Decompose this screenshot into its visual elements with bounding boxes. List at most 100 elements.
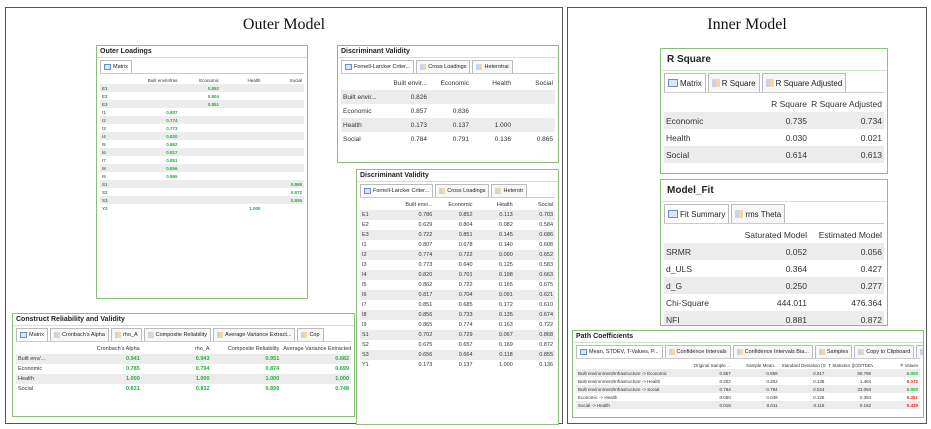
table-cell: 0.000 xyxy=(873,369,920,377)
table-cell: 0.857 xyxy=(410,107,427,115)
table-cell: 0.722 xyxy=(434,250,475,260)
tab-fit-0[interactable]: Fit Summary xyxy=(664,204,730,223)
chart-icon xyxy=(668,349,675,355)
table-cell: 0.735 xyxy=(734,112,809,129)
dv1-tabs: Fornell-Larcker Criter... Cross Loadings H… xyxy=(341,60,555,74)
tab-crv-2[interactable]: rho_A xyxy=(110,328,142,341)
table-cell: 0.116 xyxy=(779,401,827,409)
tab-rsq-2[interactable]: R Square Adjusted xyxy=(761,73,847,92)
table-cell xyxy=(138,188,180,196)
row-label: Social xyxy=(343,135,361,143)
tab-matrix[interactable]: Matrix xyxy=(100,60,132,73)
table-cell xyxy=(138,180,180,188)
table-cell: 0.640 xyxy=(458,262,473,268)
tab-crv-1[interactable]: Cronbach's Alpha xyxy=(49,328,109,341)
tab-pc-2[interactable]: Confidence Intervals Bia... xyxy=(732,345,813,358)
header-row: Built envi... Economic Health Social xyxy=(360,200,555,210)
tab-crv-3[interactable]: Composite Reliability xyxy=(143,328,211,341)
table-cell xyxy=(221,140,263,148)
tab-crv-0[interactable]: Matrix xyxy=(16,328,48,341)
tab-pc-4[interactable]: Copy to Clipboard xyxy=(854,345,915,358)
tab-fit-1[interactable]: rms Theta xyxy=(731,204,786,223)
row-label: SRMR xyxy=(664,243,734,260)
table-cell xyxy=(429,90,471,104)
column-header: Economic xyxy=(440,79,469,87)
table-cell: 0.943 xyxy=(141,354,212,364)
column-header: T Statistics (|O/STDEV|) xyxy=(828,362,874,368)
table-cell xyxy=(262,148,304,156)
dv2-title: Discriminant Validity xyxy=(357,170,558,182)
header-row: Built env/Infras Economic Health Social xyxy=(100,76,304,84)
tab-rsq-1[interactable]: R Square xyxy=(707,73,760,92)
table-cell xyxy=(263,140,305,148)
table-cell xyxy=(221,124,263,132)
table-row: Economic 0.735 0.734 xyxy=(664,112,884,129)
tab-dv2-2[interactable]: Heterotr xyxy=(491,184,528,197)
table-row: I2 0.774 xyxy=(100,116,304,124)
table-cell: 0.855 xyxy=(514,350,555,360)
tab-crv-4[interactable]: Average Variance Extract... xyxy=(212,328,296,341)
rsq-table: R Square R Square Adjusted Economic 0.735 0.… xyxy=(664,95,884,163)
table-row: I4 0.820 xyxy=(100,132,304,140)
table-cell: 0.784 xyxy=(686,385,733,393)
tab-dv1-1[interactable]: Cross Loadings xyxy=(416,60,471,73)
table-cell xyxy=(221,108,263,116)
table-cell xyxy=(221,164,263,172)
table-icon xyxy=(345,64,352,70)
row-label: Built environment/Infrastructure -> Soci… xyxy=(576,385,686,393)
column-header: P Values xyxy=(900,362,918,368)
column-header: Average Variance Extracted (AVE) xyxy=(283,346,351,352)
tab-pc-5[interactable]: Excel Format xyxy=(916,345,923,358)
table-cell: 0.868 xyxy=(262,180,304,188)
row-label: Economic xyxy=(343,107,372,115)
table-cell: 0.614 xyxy=(734,146,809,163)
table-cell: 0.145 xyxy=(474,230,515,240)
tab-rsq-0[interactable]: Matrix xyxy=(664,73,706,92)
chart-icon xyxy=(858,349,865,355)
row-label: I1 xyxy=(102,109,106,115)
outer-loadings-table: Built env/Infras Economic Health Social E1 0.… xyxy=(100,76,304,212)
table-row: I2 0.774 0.722 0.090 0.652 xyxy=(360,250,555,260)
table-cell: 0.663 xyxy=(514,270,555,280)
table-cell xyxy=(180,108,222,116)
table-row: I3 0.773 xyxy=(100,124,304,132)
row-label: Economic xyxy=(18,366,43,372)
table-cell xyxy=(180,188,222,196)
tab-dv2-1[interactable]: Cross Loadings xyxy=(435,184,490,197)
fit-panel: Model_Fit Fit Summary rms Theta Saturated… xyxy=(660,179,888,326)
table-row: I5 0.862 xyxy=(100,140,304,148)
table-cell: 0.091 xyxy=(474,290,515,300)
table-cell: 0.584 xyxy=(539,222,553,228)
tab-dv1-2[interactable]: Heterotrai xyxy=(472,60,513,73)
column-header: R Square Adjusted xyxy=(811,98,882,109)
table-cell xyxy=(179,116,221,124)
tab-pc-0[interactable]: Mean, STDEV, T-Values, P... xyxy=(576,345,663,358)
table-cell: 0.826 xyxy=(387,90,429,104)
table-cell: 0.865 xyxy=(166,173,178,179)
table-cell: 0.172 xyxy=(498,302,513,308)
tab-dv1-0[interactable]: Fornell-Larcker Criter... xyxy=(341,60,415,73)
tab-pc-3[interactable]: Samples xyxy=(814,345,853,358)
tab-pc-1[interactable]: Confidence Intervals xyxy=(664,345,731,358)
chart-icon xyxy=(735,210,744,218)
table-cell xyxy=(513,104,555,118)
row-label: E2 xyxy=(102,93,108,99)
table-row: I7 0.851 0.685 0.172 0.610 xyxy=(360,300,555,310)
table-cell: 0.868 xyxy=(514,330,555,340)
table-row: Health 1.000 1.000 1.000 1.000 xyxy=(16,374,351,384)
row-label: I5 xyxy=(362,282,367,288)
table-cell xyxy=(263,124,305,132)
table-cell: 0.674 xyxy=(514,310,555,320)
table-cell: 0.657 xyxy=(458,342,473,348)
table-cell xyxy=(221,172,263,180)
table-cell xyxy=(513,118,555,132)
table-cell: 0.851 xyxy=(418,302,433,308)
table-cell: 0.881 xyxy=(734,311,809,325)
tab-dv2-0[interactable]: Fornell-Larcker Criter... xyxy=(360,184,434,197)
table-cell: 1.000 xyxy=(498,362,513,368)
row-label: S2 xyxy=(362,342,369,348)
tab-crv-5[interactable]: Cop xyxy=(297,328,324,341)
table-row: Social 0.831 0.832 0.899 0.748 xyxy=(16,384,351,394)
crv-tabs: Matrix Cronbach's Alpha rho_A Composite Rel… xyxy=(16,328,351,342)
table-cell: 0.701 xyxy=(434,270,475,280)
